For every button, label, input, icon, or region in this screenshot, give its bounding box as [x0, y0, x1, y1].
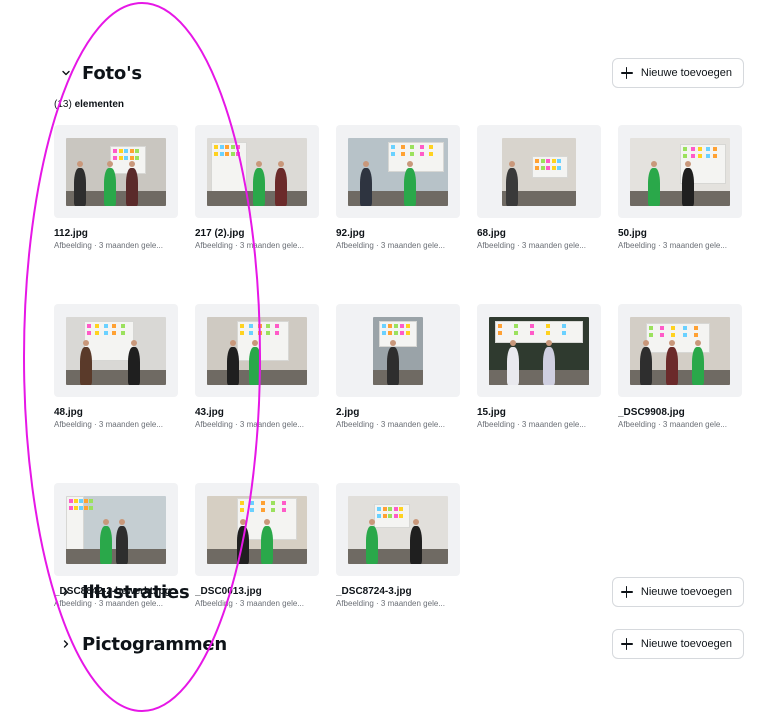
photo-card[interactable]: 50.jpg Afbeelding · 3 maanden gele...	[618, 125, 742, 250]
photo-image	[630, 137, 730, 206]
photo-meta: Afbeelding · 3 maanden gele...	[195, 420, 304, 429]
icons-section-header: Pictogrammen Nieuwe toevoegen	[54, 629, 744, 659]
photos-section-title: Foto's	[82, 62, 142, 84]
plus-icon	[620, 638, 633, 650]
photo-filename: 15.jpg	[477, 407, 506, 418]
photo-image	[66, 316, 166, 385]
photo-card[interactable]: 217 (2).jpg Afbeelding · 3 maanden gele..…	[195, 125, 319, 250]
photo-filename: 43.jpg	[195, 407, 224, 418]
photo-filename: 50.jpg	[618, 228, 647, 239]
photo-thumbnail[interactable]	[54, 483, 178, 576]
icons-add-new-button[interactable]: Nieuwe toevoegen	[611, 629, 744, 659]
photo-filename: 112.jpg	[54, 228, 88, 239]
photo-image	[207, 137, 307, 206]
illustrations-section-header: Illustraties Nieuwe toevoegen	[54, 577, 744, 607]
illustrations-add-new-button[interactable]: Nieuwe toevoegen	[611, 577, 744, 607]
photos-count-label: elementen	[74, 99, 125, 110]
photo-image	[348, 137, 448, 206]
plus-icon	[620, 586, 633, 598]
photo-filename: 68.jpg	[477, 228, 506, 239]
photos-section-header: Foto's Nieuwe toevoegen	[54, 58, 744, 88]
photo-filename: 217 (2).jpg	[195, 228, 245, 239]
illustrations-add-new-label: Nieuwe toevoegen	[640, 586, 732, 598]
photo-filename: _DSC9908.jpg	[618, 407, 685, 418]
icons-section-title: Pictogrammen	[82, 633, 228, 655]
photo-filename: 92.jpg	[336, 228, 365, 239]
photo-meta: Afbeelding · 3 maanden gele...	[477, 241, 586, 250]
photos-add-new-button[interactable]: Nieuwe toevoegen	[611, 58, 744, 88]
photo-image	[502, 137, 576, 206]
photo-meta: Afbeelding · 3 maanden gele...	[477, 420, 586, 429]
photo-card[interactable]: 15.jpg Afbeelding · 3 maanden gele...	[477, 304, 601, 429]
photos-add-new-label: Nieuwe toevoegen	[640, 67, 732, 79]
photos-grid: 112.jpg Afbeelding · 3 maanden gele... 217…	[54, 125, 746, 608]
photo-thumbnail[interactable]	[54, 125, 178, 218]
photo-thumbnail[interactable]	[336, 483, 460, 576]
photo-image	[66, 495, 166, 564]
photo-image	[348, 495, 448, 564]
photo-card[interactable]: 43.jpg Afbeelding · 3 maanden gele...	[195, 304, 319, 429]
photo-thumbnail[interactable]	[54, 304, 178, 397]
photo-image	[373, 316, 423, 385]
photo-meta: Afbeelding · 3 maanden gele...	[54, 420, 163, 429]
photo-image	[207, 316, 307, 385]
icons-section-toggle[interactable]: Pictogrammen	[54, 634, 227, 655]
photo-meta: Afbeelding · 3 maanden gele...	[54, 241, 163, 250]
photo-thumbnail[interactable]	[195, 304, 319, 397]
chevron-right-icon[interactable]	[56, 634, 76, 654]
photos-item-count: (13) elementen	[54, 99, 124, 110]
photo-thumbnail[interactable]	[195, 125, 319, 218]
photo-thumbnail[interactable]	[618, 304, 742, 397]
photo-image	[66, 137, 166, 206]
photo-thumbnail[interactable]	[336, 125, 460, 218]
photo-thumbnail[interactable]	[477, 304, 601, 397]
illustrations-section-toggle[interactable]: Illustraties	[54, 582, 190, 603]
chevron-down-icon[interactable]	[56, 63, 76, 83]
plus-icon	[620, 67, 633, 79]
photo-meta: Afbeelding · 3 maanden gele...	[195, 241, 304, 250]
photo-image	[489, 316, 589, 385]
photos-count-number: (13)	[54, 99, 72, 110]
photo-card[interactable]: 68.jpg Afbeelding · 3 maanden gele...	[477, 125, 601, 250]
photo-card[interactable]: 92.jpg Afbeelding · 3 maanden gele...	[336, 125, 460, 250]
photo-meta: Afbeelding · 3 maanden gele...	[336, 420, 445, 429]
photo-thumbnail[interactable]	[477, 125, 601, 218]
icons-add-new-label: Nieuwe toevoegen	[640, 638, 732, 650]
illustrations-section-title: Illustraties	[82, 581, 190, 603]
photo-image	[630, 316, 730, 385]
photo-image	[207, 495, 307, 564]
photo-card[interactable]: _DSC9908.jpg Afbeelding · 3 maanden gele.…	[618, 304, 742, 429]
photo-filename: 48.jpg	[54, 407, 83, 418]
chevron-right-icon[interactable]	[56, 582, 76, 602]
photo-meta: Afbeelding · 3 maanden gele...	[618, 241, 727, 250]
photo-card[interactable]: 2.jpg Afbeelding · 3 maanden gele...	[336, 304, 460, 429]
photo-card[interactable]: 112.jpg Afbeelding · 3 maanden gele...	[54, 125, 178, 250]
photo-meta: Afbeelding · 3 maanden gele...	[336, 241, 445, 250]
photo-thumbnail[interactable]	[618, 125, 742, 218]
photo-thumbnail[interactable]	[195, 483, 319, 576]
photo-meta: Afbeelding · 3 maanden gele...	[618, 420, 727, 429]
photos-section-toggle[interactable]: Foto's	[54, 63, 142, 84]
photo-thumbnail[interactable]	[336, 304, 460, 397]
photo-filename: 2.jpg	[336, 407, 360, 418]
photo-card[interactable]: 48.jpg Afbeelding · 3 maanden gele...	[54, 304, 178, 429]
